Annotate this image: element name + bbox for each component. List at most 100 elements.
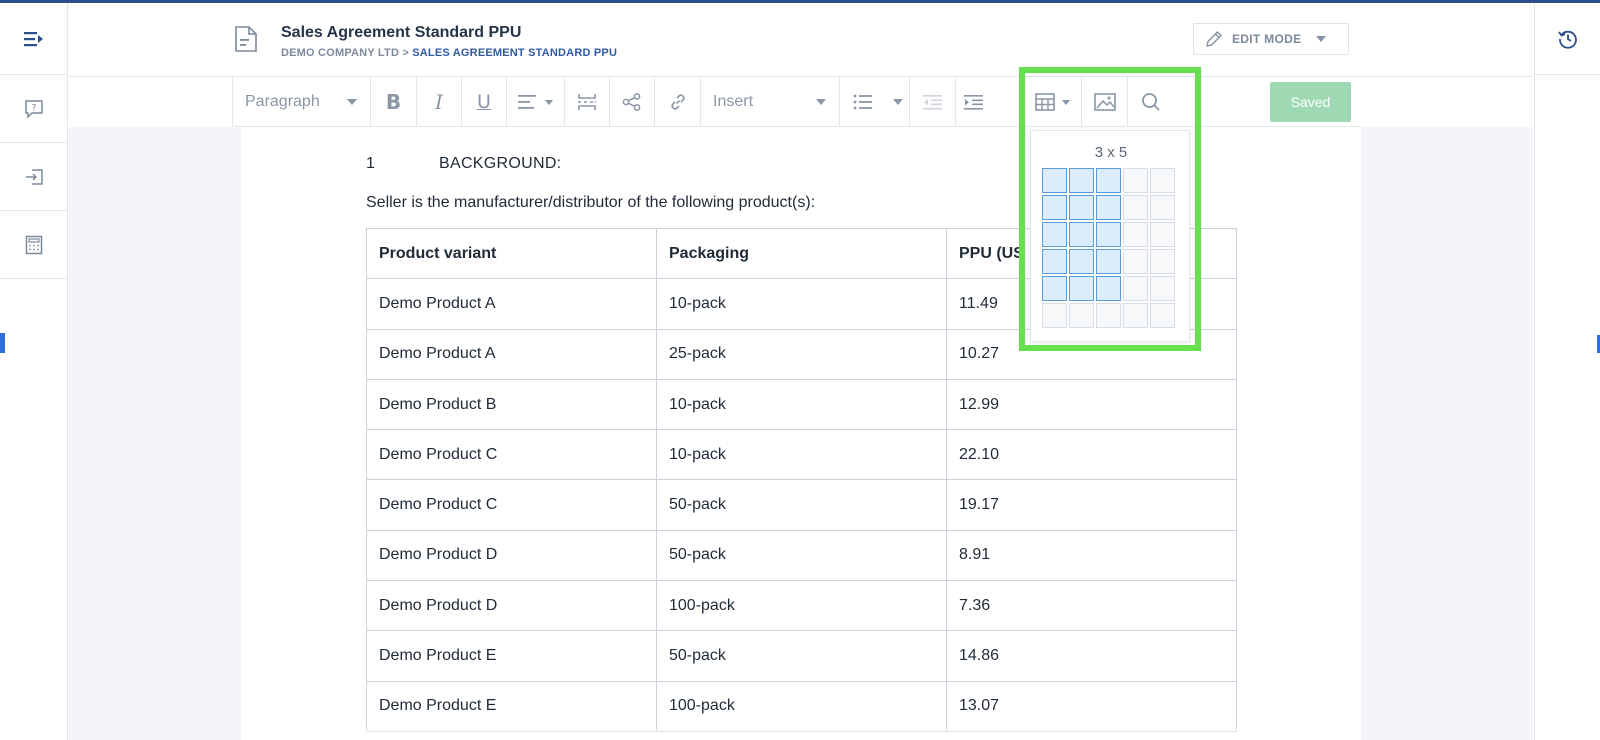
table-grid-cell[interactable] [1123,249,1148,274]
table-grid-cell-selected[interactable] [1042,168,1067,193]
table-row: Demo Product C 10-pack 22.10 [366,429,1237,481]
table-grid-cell[interactable] [1123,276,1148,301]
table-cell[interactable]: 8.91 [946,529,1237,582]
table-grid-cell[interactable] [1150,222,1175,247]
edit-mode-dropdown[interactable]: EDIT MODE [1193,23,1349,55]
table-cell[interactable]: 7.36 [946,580,1237,632]
table-grid-cell[interactable] [1042,303,1067,328]
table-cell[interactable]: Demo Product D [366,529,657,582]
table-cell[interactable]: 19.17 [946,479,1237,531]
table-grid-cell-selected[interactable] [1096,249,1121,274]
table-grid-cell[interactable] [1150,249,1175,274]
table-cell[interactable]: 22.10 [946,429,1237,481]
table-icon [1035,93,1055,111]
image-icon [1093,93,1116,111]
breadcrumb-separator: > [402,47,409,59]
bold-button[interactable]: B [371,77,417,127]
table-cell[interactable]: 100-pack [656,580,947,632]
insert-image-button[interactable] [1082,77,1128,127]
table-cell[interactable]: 13.07 [946,680,1237,732]
table-cell[interactable]: Demo Product E [366,680,657,732]
table-grid-cell[interactable] [1150,195,1175,220]
chevron-down-icon [347,99,357,105]
column-header[interactable]: Packaging [656,227,947,280]
table-cell[interactable]: 25-pack [656,328,947,380]
table-cell[interactable]: 10-pack [656,429,947,481]
intro-paragraph: Seller is the manufacturer/distributor o… [366,194,816,211]
left-panel-handle[interactable] [0,333,5,353]
table-grid-cell-selected[interactable] [1042,195,1067,220]
table-grid-cell-selected[interactable] [1096,222,1121,247]
table-grid-cell[interactable] [1069,303,1094,328]
bullet-list-button[interactable] [840,77,886,127]
left-sidebar: ? [0,3,68,740]
table-grid-cell[interactable] [1123,222,1148,247]
table-cell[interactable]: Demo Product D [366,580,657,632]
breadcrumb-document[interactable]: SALES AGREEMENT STANDARD PPU [412,47,617,59]
table-grid-cell-selected[interactable] [1096,168,1121,193]
table-grid-cell[interactable] [1123,168,1148,193]
table-row: Demo Product D 50-pack 8.91 [366,529,1237,582]
table-grid-cell-selected[interactable] [1069,276,1094,301]
history-button[interactable] [1535,3,1600,75]
page-break-button[interactable] [565,77,610,127]
table-grid-cell-selected[interactable] [1096,195,1121,220]
table-cell[interactable]: 50-pack [656,630,947,682]
table-cell[interactable]: 100-pack [656,680,947,732]
bullet-list-icon [853,94,872,110]
table-grid-cell-selected[interactable] [1069,249,1094,274]
align-dropdown[interactable] [507,77,565,127]
table-grid-cell-selected[interactable] [1042,222,1067,247]
search-button[interactable] [1128,77,1174,127]
table-grid-cell[interactable] [1150,276,1175,301]
share-button[interactable] [610,77,655,127]
breadcrumb-company[interactable]: DEMO COMPANY LTD [281,47,399,59]
table-grid-cell[interactable] [1123,195,1148,220]
sidebar-item-import[interactable] [0,143,68,211]
table-cell[interactable]: 10-pack [656,278,947,330]
editor-toolbar: Paragraph B I U Insert [232,77,1360,127]
link-button[interactable] [655,77,701,127]
list-options-dropdown[interactable] [886,77,910,127]
table-cell[interactable]: 10-pack [656,378,947,431]
underline-button[interactable]: U [462,77,507,127]
document-header: Sales Agreement Standard PPU DEMO COMPAN… [69,3,1533,77]
insert-select[interactable]: Insert [701,77,840,127]
table-cell[interactable]: Demo Product C [366,429,657,481]
table-cell[interactable]: 12.99 [946,378,1237,431]
table-grid-cell[interactable] [1096,303,1121,328]
pencil-icon [1206,30,1223,47]
italic-button[interactable]: I [417,77,462,127]
insert-table-dropdown[interactable] [1024,77,1082,127]
indent-button[interactable] [956,77,992,127]
table-grid-cell-selected[interactable] [1042,249,1067,274]
table-grid-cell[interactable] [1123,303,1148,328]
paragraph-style-select[interactable]: Paragraph [232,77,371,127]
table-row: Demo Product D 100-pack 7.36 [366,580,1237,632]
table-cell[interactable]: 50-pack [656,529,947,582]
column-header[interactable]: Product variant [366,227,657,280]
saved-button[interactable]: Saved [1270,82,1351,122]
table-grid-cell-selected[interactable] [1096,276,1121,301]
outdent-button[interactable] [910,77,956,127]
link-icon [670,94,685,110]
sidebar-item-calculator[interactable] [0,211,68,279]
table-cell[interactable]: Demo Product A [366,278,657,330]
table-row: Demo Product E 50-pack 14.86 [366,630,1237,682]
table-cell[interactable]: 50-pack [656,479,947,531]
sidebar-toggle-button[interactable] [0,3,68,75]
table-grid-cell[interactable] [1150,168,1175,193]
history-icon [1558,30,1577,49]
table-cell[interactable]: Demo Product E [366,630,657,682]
table-cell[interactable]: Demo Product B [366,378,657,431]
table-grid-cell-selected[interactable] [1069,222,1094,247]
table-grid-cell-selected[interactable] [1042,276,1067,301]
table-grid-cell-selected[interactable] [1069,195,1094,220]
table-cell[interactable]: Demo Product C [366,479,657,531]
table-grid-cell[interactable] [1150,303,1175,328]
table-cell[interactable]: Demo Product A [366,328,657,380]
table-grid-cell-selected[interactable] [1069,168,1094,193]
sidebar-item-questions[interactable]: ? [0,75,68,143]
table-cell[interactable]: 14.86 [946,630,1237,682]
page-fade [241,725,1361,740]
